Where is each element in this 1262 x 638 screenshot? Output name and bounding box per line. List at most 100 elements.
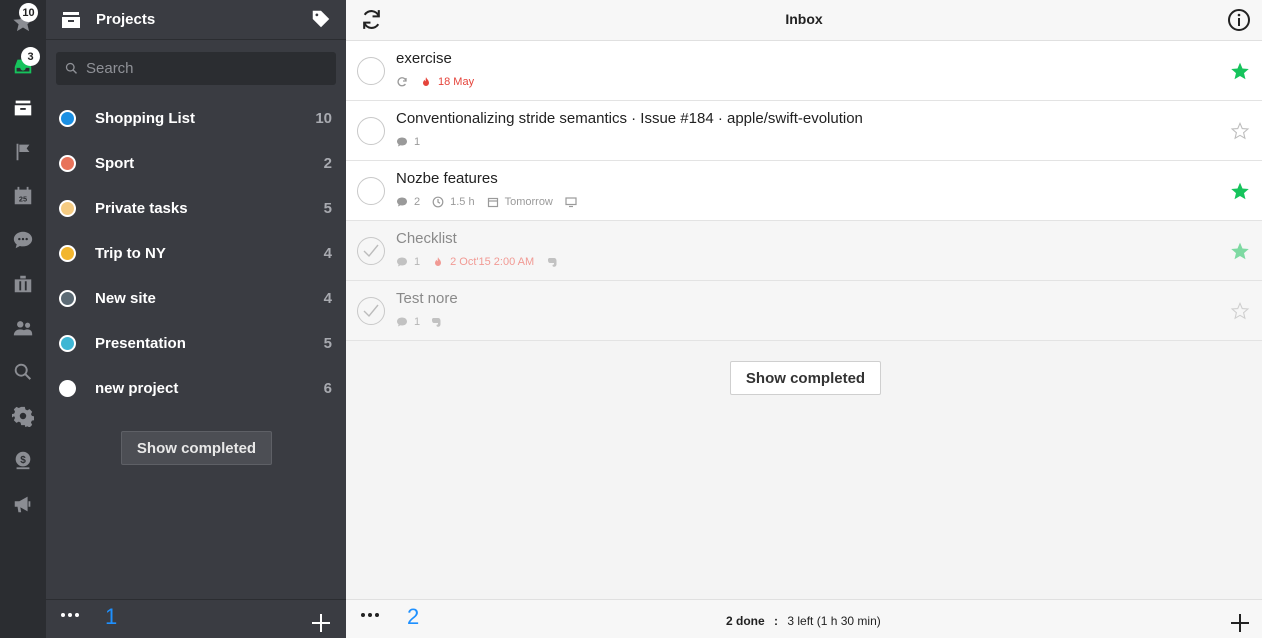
project-item[interactable]: Shopping List 10	[46, 96, 346, 141]
projects-show-completed-button[interactable]: Show completed	[121, 431, 272, 465]
project-color-dot	[59, 290, 76, 307]
rail-templates[interactable]	[0, 262, 46, 306]
project-item[interactable]: Sport 2	[46, 141, 346, 186]
gear-icon	[12, 406, 34, 427]
comment-icon	[397, 137, 407, 147]
rail-comments[interactable]	[0, 218, 46, 262]
project-name: Private tasks	[95, 200, 188, 217]
project-item[interactable]: Presentation 5	[46, 321, 346, 366]
rail-team[interactable]	[0, 306, 46, 350]
done-count: 2 done	[726, 614, 765, 628]
project-count: 5	[323, 335, 332, 352]
rail-search[interactable]	[0, 350, 46, 394]
projects-box-icon	[14, 100, 32, 116]
calendar-icon: 25	[14, 186, 32, 205]
project-color-dot	[59, 155, 76, 172]
rail-announcements[interactable]	[0, 482, 46, 526]
rail-inbox[interactable]: 3	[0, 44, 46, 88]
project-name: Shopping List	[95, 110, 195, 127]
svg-text:25: 25	[19, 195, 27, 204]
project-item[interactable]: Private tasks 5	[46, 186, 346, 231]
task-checkbox[interactable]	[357, 57, 385, 85]
comments-icon	[13, 231, 33, 249]
evernote-icon	[548, 258, 557, 267]
comment-icon	[397, 197, 407, 207]
project-count: 10	[315, 110, 332, 127]
comment-icon	[397, 317, 407, 327]
inbox-footer: 2 2 done : 3 left (1 h 30 min)	[346, 599, 1262, 638]
project-name: Sport	[95, 155, 135, 172]
project-count: 2	[323, 155, 332, 172]
task-meta: 1 2 Oct'15 2:00 AM	[396, 255, 558, 269]
priority-badge: 10	[19, 3, 38, 22]
project-count: 5	[323, 200, 332, 217]
tag-icon[interactable]	[310, 8, 332, 30]
megaphone-icon	[14, 496, 31, 513]
task-title: exercise	[396, 50, 452, 67]
left-count: 3 left (1 h 30 min)	[787, 614, 881, 628]
project-search	[56, 52, 336, 85]
project-name: Presentation	[95, 335, 186, 352]
star-icon[interactable]	[1230, 241, 1250, 261]
tasks-show-completed-button[interactable]: Show completed	[730, 361, 881, 395]
rail-calendar[interactable]: 25	[0, 174, 46, 218]
time-estimate: 1.5 h	[450, 196, 475, 208]
project-item[interactable]: New site 4	[46, 276, 346, 321]
project-count: 6	[323, 380, 332, 397]
rail-flags[interactable]	[0, 130, 46, 174]
calendar-icon	[487, 197, 498, 208]
task-due-date: 18 May	[438, 76, 475, 88]
project-item[interactable]: new project 6	[46, 366, 346, 411]
projects-title: Projects	[96, 11, 156, 28]
task-checkbox[interactable]	[357, 177, 385, 205]
task-row-completed[interactable]: Test nore 1	[346, 281, 1262, 341]
project-color-dot	[59, 110, 76, 127]
star-icon[interactable]	[1230, 181, 1250, 201]
rail-billing[interactable]: $	[0, 438, 46, 482]
star-outline-icon[interactable]	[1230, 301, 1250, 321]
task-due-date: 2 Oct'15 2:00 AM	[450, 256, 535, 268]
flag-icon	[16, 143, 30, 161]
inbox-header: Inbox	[346, 0, 1262, 41]
search-input[interactable]	[86, 52, 326, 85]
more-icon[interactable]	[361, 613, 379, 617]
search-icon	[14, 363, 32, 380]
task-row[interactable]: Conventionalizing stride semantics · Iss…	[346, 101, 1262, 161]
project-name: Trip to NY	[95, 245, 166, 262]
checkmark-icon	[363, 304, 379, 318]
rail-priority[interactable]: 10	[0, 0, 46, 44]
task-meta: 18 May	[396, 75, 474, 89]
task-row-completed[interactable]: Checklist 1 2 Oct'15 2:00 AM	[346, 221, 1262, 281]
add-project-icon[interactable]	[311, 613, 331, 633]
clock-icon	[432, 196, 444, 208]
inbox-view: Inbox exercise 18 May Conventionalizing …	[346, 0, 1262, 638]
info-icon[interactable]	[1227, 8, 1251, 32]
project-name: new project	[95, 380, 179, 397]
task-meta: 1	[396, 315, 442, 329]
task-row[interactable]: Nozbe features 2 1.5 h Tomorrow	[346, 161, 1262, 221]
task-list: exercise 18 May Conventionalizing stride…	[346, 41, 1262, 341]
task-title: Checklist	[396, 230, 457, 247]
project-item[interactable]: Trip to NY 4	[46, 231, 346, 276]
add-task-icon[interactable]	[1230, 613, 1250, 633]
projects-footer: 1	[46, 599, 346, 638]
task-row[interactable]: exercise 18 May	[346, 41, 1262, 101]
more-icon[interactable]	[61, 613, 79, 617]
rail-projects[interactable]	[0, 86, 46, 130]
task-checkbox-checked[interactable]	[357, 297, 385, 325]
task-checkbox[interactable]	[357, 117, 385, 145]
project-color-dot	[59, 200, 76, 217]
fire-icon	[423, 77, 429, 86]
inbox-footer-number: 2	[407, 604, 420, 629]
project-count: 4	[323, 290, 332, 307]
dollar-coin-icon: $	[15, 451, 31, 470]
svg-text:$: $	[20, 455, 26, 466]
rail-settings[interactable]	[0, 394, 46, 438]
task-meta: 2 1.5 h Tomorrow	[396, 195, 577, 209]
task-checkbox-checked[interactable]	[357, 237, 385, 265]
page-title: Inbox	[785, 11, 823, 27]
star-outline-icon[interactable]	[1230, 121, 1250, 141]
star-icon[interactable]	[1230, 61, 1250, 81]
comment-count: 1	[414, 316, 421, 328]
project-count: 4	[323, 245, 332, 262]
